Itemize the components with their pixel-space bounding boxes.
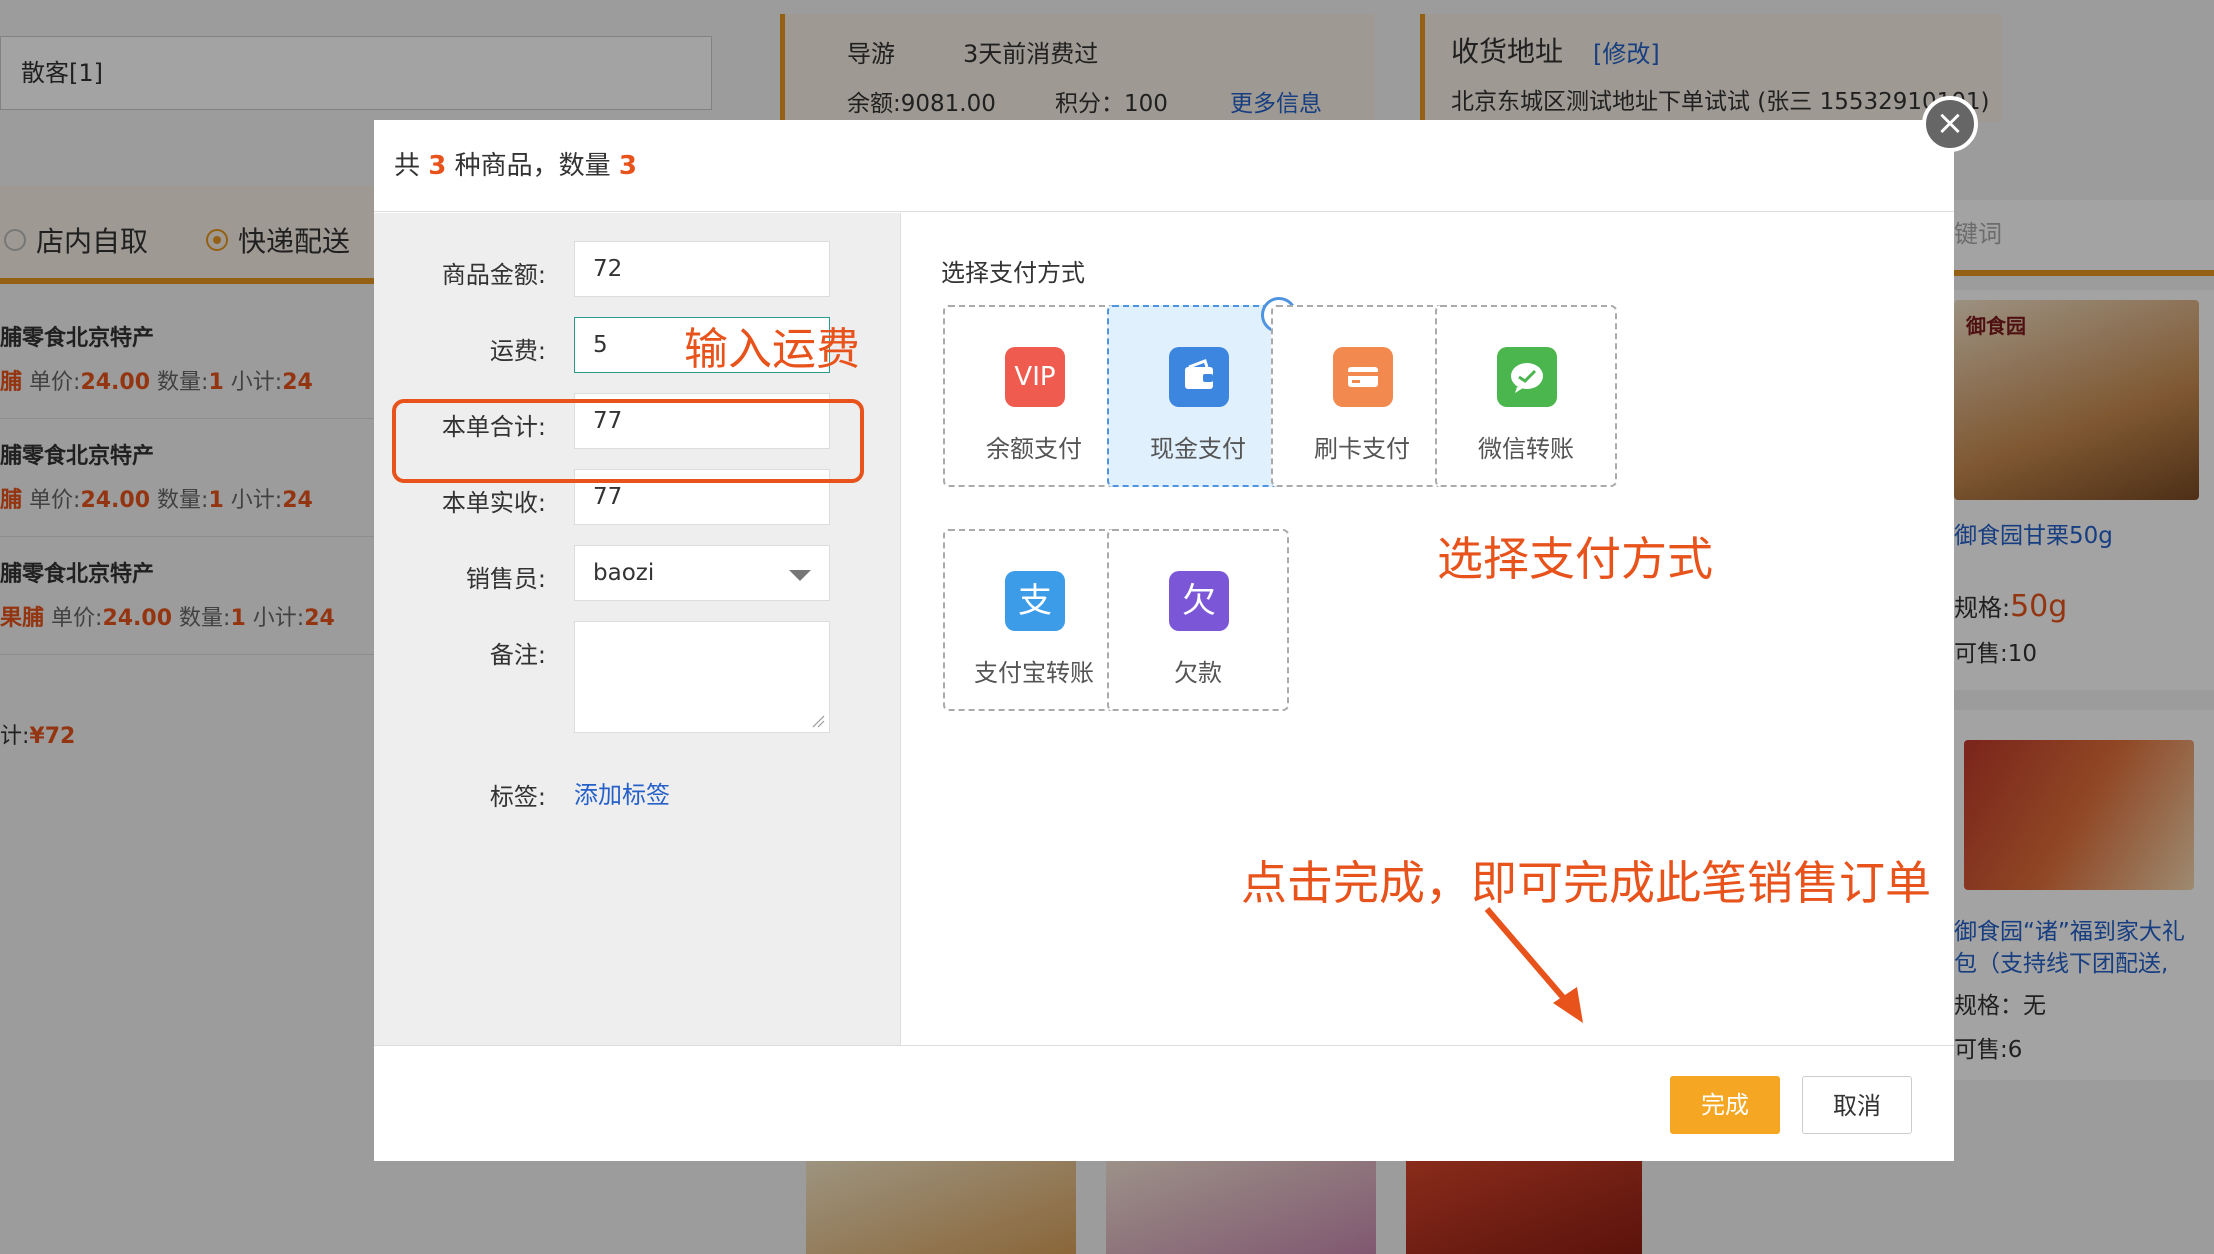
- pay-alipay-label: 支付宝转账: [974, 659, 1094, 687]
- goods-amount-input[interactable]: 72: [574, 241, 830, 297]
- vip-icon: VIP: [1005, 347, 1065, 407]
- pay-wechat-tile[interactable]: 微信转账: [1435, 305, 1617, 487]
- salesperson-row: 销售员: baozi: [374, 545, 900, 605]
- payment-annotation: 选择支付方式: [1437, 532, 1713, 586]
- pay-debt-tile[interactable]: 欠 欠款: [1107, 529, 1289, 711]
- done-button[interactable]: 完成: [1670, 1076, 1780, 1134]
- payment-panel: 选择支付方式 VIP 余额支付 现金支付 刷卡支付 微信转账 支 支付宝转账 欠…: [901, 213, 1954, 1045]
- pay-balance-tile[interactable]: VIP 余额支付: [943, 305, 1125, 487]
- wallet-icon: [1169, 347, 1229, 407]
- salesperson-select[interactable]: baozi: [574, 545, 830, 601]
- tag-row: 标签: 添加标签: [374, 763, 900, 823]
- alipay-icon: 支: [1005, 571, 1065, 631]
- remark-label: 备注:: [489, 641, 546, 669]
- add-tag-link[interactable]: 添加标签: [574, 775, 670, 810]
- remark-row: 备注:: [374, 621, 900, 737]
- checkout-dialog: 共 3 种商品，数量 3 商品金额: 72 运费: 5 本单合计: 77 本单实…: [374, 120, 1954, 1161]
- shipping-annotation: 输入运费: [684, 324, 860, 375]
- pay-balance-label: 余额支付: [986, 435, 1082, 463]
- pay-alipay-tile[interactable]: 支 支付宝转账: [943, 529, 1125, 711]
- card-icon: [1333, 347, 1393, 407]
- shipping-highlight-box: [392, 399, 864, 483]
- tag-label: 标签:: [489, 783, 546, 811]
- dialog-footer: 完成 取消: [374, 1045, 1954, 1161]
- salesperson-value: baozi: [593, 560, 655, 586]
- pay-card-tile[interactable]: 刷卡支付: [1271, 305, 1453, 487]
- close-icon[interactable]: ×: [1922, 96, 1978, 152]
- chevron-down-icon: [789, 570, 811, 581]
- goods-amount-label: 商品金额:: [441, 261, 546, 289]
- dialog-header: 共 3 种商品，数量 3: [374, 120, 1954, 212]
- goods-amount-row: 商品金额: 72: [374, 241, 900, 301]
- shipping-label: 运费:: [489, 337, 546, 365]
- pay-wechat-label: 微信转账: [1478, 435, 1574, 463]
- pay-debt-label: 欠款: [1174, 659, 1222, 687]
- pay-cash-tile[interactable]: 现金支付: [1107, 297, 1297, 487]
- wechat-icon: [1497, 347, 1557, 407]
- cancel-button[interactable]: 取消: [1802, 1076, 1912, 1134]
- pay-card-label: 刷卡支付: [1314, 435, 1410, 463]
- debt-icon: 欠: [1169, 571, 1229, 631]
- salesperson-label: 销售员:: [465, 565, 546, 593]
- remark-textarea[interactable]: [574, 621, 830, 733]
- resize-handle-icon[interactable]: [811, 714, 825, 728]
- order-form: 商品金额: 72 运费: 5 本单合计: 77 本单实收: 77 销售员: ba…: [374, 213, 901, 1045]
- payment-title: 选择支付方式: [941, 259, 1085, 287]
- arrow-icon: [1484, 907, 1583, 1023]
- order-received-label: 本单实收:: [441, 489, 546, 517]
- pay-cash-label: 现金支付: [1150, 435, 1246, 463]
